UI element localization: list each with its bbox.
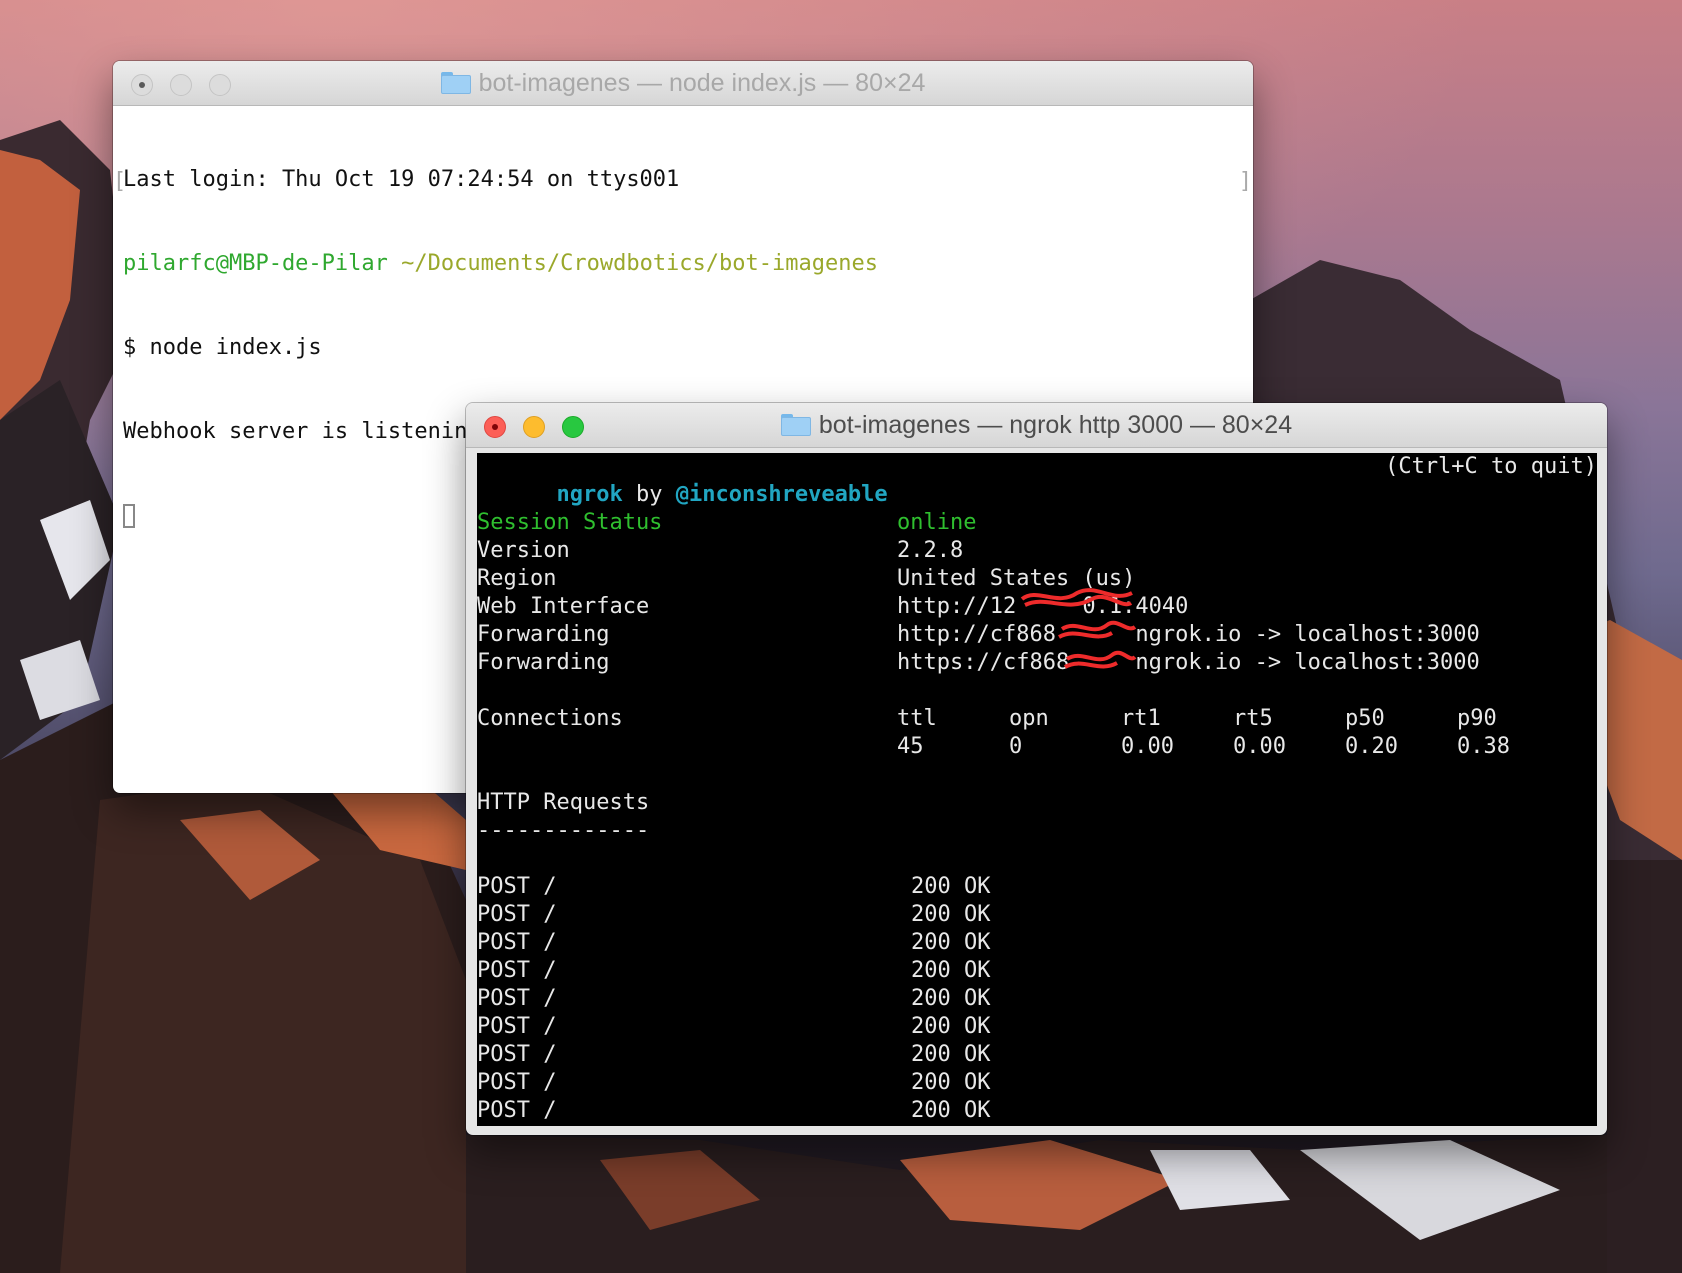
request-row: POST / 200 OK [477,1041,990,1069]
conn-header-p50: p50 [1345,706,1385,731]
status-row: Region United States (us) [477,565,1135,593]
terminal-window-ngrok[interactable]: bot-imagenes — ngrok http 3000 — 80×24 n… [466,403,1607,1135]
request-method: POST / [477,1042,557,1067]
request-method: POST / [477,930,557,955]
folder-icon [440,72,471,94]
zoom-button[interactable] [209,74,231,96]
mark-bracket-left: [ [116,169,125,194]
http-requests-heading: HTTP Requests [477,790,650,815]
status-label: Web Interface [477,594,650,619]
mark-bracket-right: ] [1240,169,1249,194]
prompt-user: pilarfc@MBP-de-Pilar [123,251,388,276]
status-row: Session Status online [477,509,976,537]
request-row: POST / 200 OK [477,957,990,985]
request-row: POST / 200 OK [477,901,990,929]
redaction-scribble [1020,588,1137,669]
quit-hint: (Ctrl+C to quit) [1385,454,1597,479]
window-title: bot-imagenes — ngrok http 3000 — 80×24 [780,410,1293,440]
request-row: POST / 200 OK [477,1097,990,1125]
status-value: 2.2.8 [897,538,964,563]
titlebar[interactable]: bot-imagenes — ngrok http 3000 — 80×24 [466,403,1607,448]
text-cursor [123,504,135,528]
close-icon [139,82,145,88]
author-handle: @inconshreveable [675,482,888,507]
request-row: POST / 200 OK [477,985,990,1013]
status-value: online [897,510,977,535]
conn-value-p90: 0.38 [1457,734,1510,759]
connections-values-row: 45 0 0.00 0.00 0.20 0.38 [477,733,1510,761]
ngrok-brand: ngrok [556,482,623,507]
conn-value-rt5: 0.00 [1233,734,1286,759]
close-button[interactable] [484,416,506,438]
request-method: POST / [477,1070,557,1095]
request-method: POST / [477,874,557,899]
command-line: $ node index.js [123,335,322,360]
status-value: http://cf868 ngrok.io -> localhost:3000 [897,622,1480,647]
minimize-button[interactable] [523,416,545,438]
conn-header-rt5: rt5 [1233,706,1273,731]
request-status: 200 OK [911,1070,991,1095]
prompt-path: ~/Documents/Crowdbotics/bot-imagenes [401,251,878,276]
titlebar[interactable]: bot-imagenes — node index.js — 80×24 [113,61,1253,106]
http-requests-underline: ------------- [477,818,650,843]
ngrok-header: ngrok by @inconshreveable (Ctrl+C to qui… [477,453,1597,507]
request-row: POST / 200 OK [477,873,990,901]
conn-value-ttl: 45 [897,734,924,759]
request-status: 200 OK [911,874,991,899]
folder-icon [780,414,811,436]
status-label: Region [477,566,557,591]
request-status: 200 OK [911,1014,991,1039]
prompt-line: pilarfc@MBP-de-Pilar ~/Documents/Crowdbo… [123,250,1243,278]
request-status: 200 OK [911,930,991,955]
conn-header-rt1: rt1 [1121,706,1161,731]
request-row: POST / 200 OK [477,1013,990,1041]
conn-header-ttl: ttl [897,706,937,731]
conn-header-opn: opn [1009,706,1049,731]
status-label: Forwarding [477,650,610,675]
window-controls [131,74,231,96]
request-method: POST / [477,958,557,983]
request-row: POST / 200 OK [477,1069,990,1097]
close-button[interactable] [131,74,153,96]
terminal-content[interactable]: ngrok by @inconshreveable (Ctrl+C to qui… [477,453,1597,1126]
connections-label: Connections [477,706,623,731]
request-status: 200 OK [911,1042,991,1067]
request-status: 200 OK [911,902,991,927]
by-text: by [635,482,663,507]
window-title-text: bot-imagenes — ngrok http 3000 — 80×24 [818,410,1293,439]
conn-value-opn: 0 [1009,734,1023,759]
request-row: POST / 200 OK [477,929,990,957]
window-title: bot-imagenes — node index.js — 80×24 [440,68,926,98]
status-row: Forwarding http://cf868 ngrok.io -> loca… [477,621,1480,649]
status-row: Web Interface http://12 0.1:4040 [477,593,1188,621]
close-icon [492,424,498,430]
status-label: Version [477,538,570,563]
conn-value-p50: 0.20 [1345,734,1398,759]
status-row: Version 2.2.8 [477,537,963,565]
window-controls [484,416,584,438]
conn-value-rt1: 0.00 [1121,734,1174,759]
last-login-line: Last login: Thu Oct 19 07:24:54 on ttys0… [123,167,680,192]
status-label: Session Status [477,510,663,535]
request-method: POST / [477,986,557,1011]
request-status: 200 OK [911,986,991,1011]
request-status: 200 OK [911,958,991,983]
status-value: https://cf868 ngrok.io -> localhost:3000 [897,650,1480,675]
status-row: Forwarding https://cf868 ngrok.io -> loc… [477,649,1480,677]
connections-header-row: Connections ttl opn rt1 rt5 p50 p90 [477,705,1497,733]
zoom-button[interactable] [562,416,584,438]
conn-header-p90: p90 [1457,706,1497,731]
request-method: POST / [477,1098,557,1123]
request-method: POST / [477,902,557,927]
request-method: POST / [477,1014,557,1039]
status-label: Forwarding [477,622,610,647]
window-title-text: bot-imagenes — node index.js — 80×24 [478,68,926,97]
minimize-button[interactable] [170,74,192,96]
request-status: 200 OK [911,1098,991,1123]
